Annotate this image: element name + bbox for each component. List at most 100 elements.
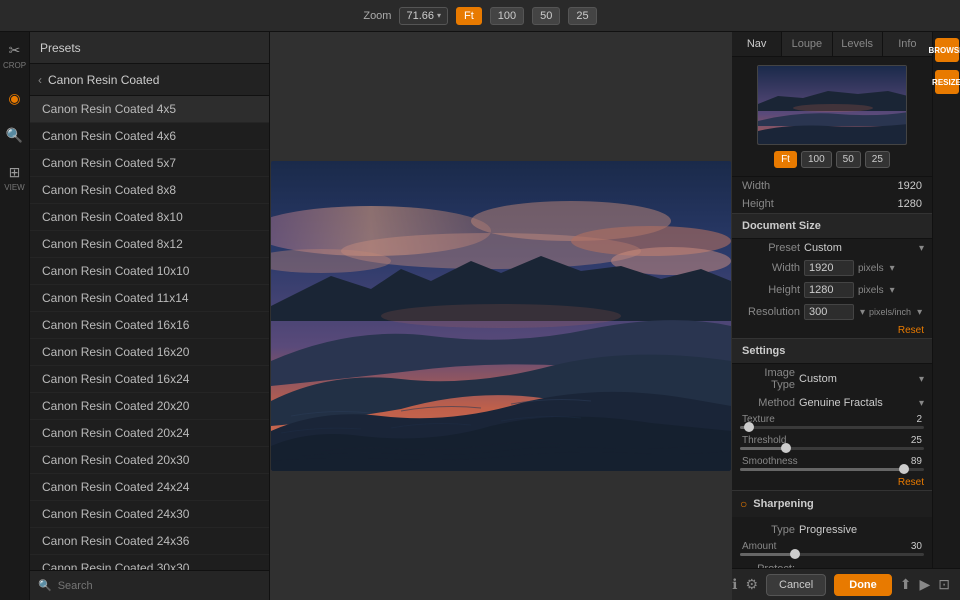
resize-icon[interactable]: RESIZE — [935, 70, 959, 94]
settings-reset-link[interactable]: Reset — [732, 475, 932, 490]
nav-25-button[interactable]: 25 — [865, 151, 890, 168]
threshold-slider-thumb[interactable] — [781, 443, 791, 453]
nav-fit-button[interactable]: Ft — [774, 151, 797, 168]
preset-item[interactable]: Canon Resin Coated 5x7 — [30, 150, 269, 177]
width-value: 1920 — [898, 180, 922, 192]
sharp-type-value: Progressive — [799, 524, 924, 536]
canvas-area — [270, 32, 732, 600]
texture-slider-thumb[interactable] — [744, 422, 754, 432]
method-arrow: ▾ — [919, 398, 924, 409]
done-button[interactable]: Done — [834, 574, 892, 596]
category-title: Canon Resin Coated — [48, 73, 159, 87]
preset-item[interactable]: Canon Resin Coated 24x36 — [30, 528, 269, 555]
resolution-input[interactable] — [804, 304, 854, 320]
preset-item[interactable]: Canon Resin Coated 20x30 — [30, 447, 269, 474]
settings-icon[interactable]: ⚙ — [745, 576, 758, 593]
resolution-row: Resolution ▾ pixels/inch ▾ — [732, 301, 932, 323]
threshold-slider-track[interactable] — [740, 447, 924, 450]
preset-item[interactable]: Canon Resin Coated 8x12 — [30, 231, 269, 258]
share-icon[interactable]: ⬆ — [900, 576, 912, 593]
doc-width-input[interactable] — [804, 260, 854, 276]
texture-slider-track[interactable] — [740, 426, 924, 429]
search-icon: 🔍 — [38, 579, 52, 592]
left-sidebar: Presets ‹ Canon Resin Coated Canon Resin… — [30, 32, 270, 600]
panel-tabs: Nav Loupe Levels Info — [732, 32, 932, 57]
texture-value: 2 — [916, 414, 922, 425]
preset-item[interactable]: Canon Resin Coated 4x5 — [30, 96, 269, 123]
nav-100-button[interactable]: 100 — [801, 151, 832, 168]
tab-loupe[interactable]: Loupe — [782, 32, 832, 56]
right-panel-wrap: Nav Loupe Levels Info — [732, 32, 960, 600]
method-label: Method — [740, 397, 795, 409]
zoom-display[interactable]: 71.66 ▾ — [399, 7, 448, 25]
doc-width-row: Width pixels ▾ — [732, 257, 932, 279]
search-input[interactable] — [58, 580, 261, 592]
left-icon-bar: ✂ CROP ◉ 🔍 ⊞ VIEW — [0, 32, 30, 600]
sharpening-header[interactable]: ○ Sharpening — [732, 491, 932, 517]
info-icon[interactable]: ℹ — [732, 576, 737, 593]
cancel-button[interactable]: Cancel — [766, 574, 826, 596]
settings-header: Settings — [732, 338, 932, 364]
search-tool-icon[interactable]: 🔍 — [4, 123, 25, 148]
preset-item[interactable]: Canon Resin Coated 20x24 — [30, 420, 269, 447]
top-toolbar: Zoom 71.66 ▾ Ft 100 50 25 — [0, 0, 960, 32]
zoom-fit-button[interactable]: Ft — [456, 7, 482, 25]
image-type-arrow: ▾ — [919, 374, 924, 385]
amount-slider-thumb[interactable] — [790, 549, 800, 559]
doc-height-row: Height pixels ▾ — [732, 279, 932, 301]
tab-nav[interactable]: Nav — [732, 32, 782, 56]
sharp-type-row: Type Progressive — [732, 521, 932, 539]
image-type-label: Image Type — [740, 367, 795, 391]
resolution-unit-arrow: ▾ — [917, 307, 922, 318]
last-icon[interactable]: ⊡ — [938, 576, 950, 593]
amount-slider-row: Amount 30 — [732, 539, 932, 560]
width-row: Width 1920 — [732, 177, 932, 195]
preset-item[interactable]: Canon Resin Coated 24x24 — [30, 474, 269, 501]
preset-item[interactable]: Canon Resin Coated 20x20 — [30, 393, 269, 420]
preset-item[interactable]: Canon Resin Coated 8x10 — [30, 204, 269, 231]
next-icon[interactable]: ▶ — [919, 576, 930, 593]
amount-label: Amount — [742, 541, 776, 552]
sharpening-title: Sharpening — [753, 498, 814, 510]
preset-item[interactable]: Canon Resin Coated 16x24 — [30, 366, 269, 393]
sharpening-content: Type Progressive Amount 30 — [732, 517, 932, 568]
preset-item[interactable]: Canon Resin Coated 24x30 — [30, 501, 269, 528]
doc-reset-link[interactable]: Reset — [732, 323, 932, 338]
crop-tool-icon[interactable]: ✂ CROP — [1, 38, 28, 74]
bottom-bar: ? ℹ ⚙ Cancel Done ⬆ ▶ ⊡ — [732, 568, 960, 600]
smoothness-slider-thumb[interactable] — [899, 464, 909, 474]
doc-height-input[interactable] — [804, 282, 854, 298]
right-icon-bar: BROWSE RESIZE — [932, 32, 960, 568]
resolution-label: Resolution — [740, 306, 800, 318]
threshold-value: 25 — [911, 435, 922, 446]
browse-icon[interactable]: BROWSE — [935, 38, 959, 62]
amount-slider-track[interactable] — [740, 553, 924, 556]
smoothness-slider-track[interactable] — [740, 468, 924, 471]
tab-info[interactable]: Info — [883, 32, 932, 56]
zoom-25-button[interactable]: 25 — [568, 7, 596, 25]
doc-size-header: Document Size — [732, 213, 932, 239]
threshold-label: Threshold — [742, 435, 786, 446]
circle-tool-icon[interactable]: ◉ — [6, 86, 22, 111]
zoom-50-button[interactable]: 50 — [532, 7, 560, 25]
right-panel-content: Nav Loupe Levels Info — [732, 32, 932, 568]
preset-item[interactable]: Canon Resin Coated 30x30 — [30, 555, 269, 570]
zoom-100-button[interactable]: 100 — [490, 7, 524, 25]
doc-height-arrow: ▾ — [890, 285, 895, 296]
doc-height-unit: pixels — [858, 285, 884, 296]
view-tool-icon[interactable]: ⊞ VIEW — [2, 160, 26, 196]
category-header[interactable]: ‹ Canon Resin Coated — [30, 64, 269, 96]
nav-50-button[interactable]: 50 — [836, 151, 861, 168]
preset-item[interactable]: Canon Resin Coated 16x20 — [30, 339, 269, 366]
preset-item[interactable]: Canon Resin Coated 10x10 — [30, 258, 269, 285]
sharp-type-label: Type — [740, 524, 795, 536]
back-arrow-icon[interactable]: ‹ — [38, 73, 42, 87]
tab-levels[interactable]: Levels — [833, 32, 883, 56]
amount-value: 30 — [911, 541, 922, 552]
preset-item[interactable]: Canon Resin Coated 16x16 — [30, 312, 269, 339]
preset-item[interactable]: Canon Resin Coated 11x14 — [30, 285, 269, 312]
preset-item[interactable]: Canon Resin Coated 8x8 — [30, 177, 269, 204]
nav-thumbnail — [757, 65, 907, 145]
preset-item[interactable]: Canon Resin Coated 4x6 — [30, 123, 269, 150]
preset-value: Custom — [804, 242, 842, 254]
